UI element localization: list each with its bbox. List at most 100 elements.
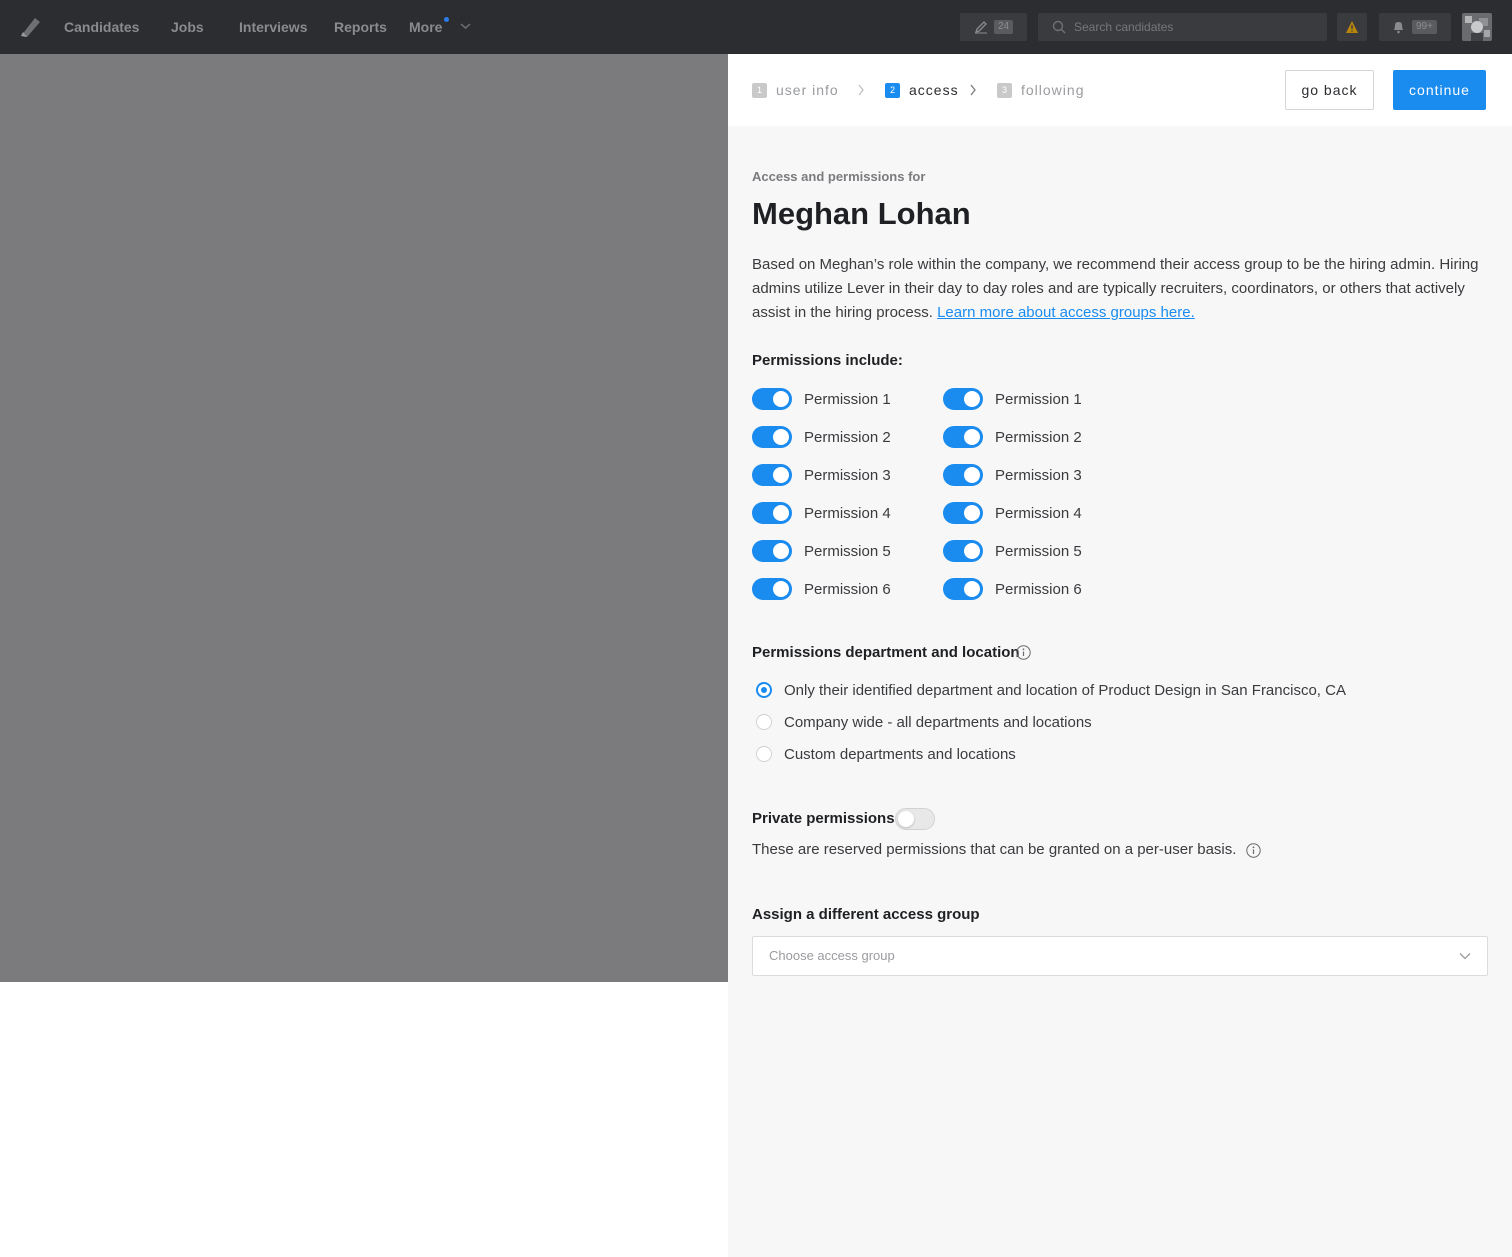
toggle-knob xyxy=(898,811,914,827)
chevron-down-icon xyxy=(1459,953,1471,960)
toggle-knob xyxy=(773,391,789,407)
search-input[interactable] xyxy=(1074,13,1314,41)
access-panel: 1 user info 2 access 3 following go back… xyxy=(728,54,1512,1257)
permission-item: Permission 6 xyxy=(943,578,1082,600)
search-bar xyxy=(1038,13,1327,41)
radio-button[interactable] xyxy=(756,746,772,762)
permission-toggle[interactable] xyxy=(752,578,792,600)
permission-item: Permission 1 xyxy=(752,388,891,410)
permission-toggle[interactable] xyxy=(943,426,983,448)
page-overlay[interactable] xyxy=(0,54,728,982)
lever-logo-icon[interactable] xyxy=(18,15,42,39)
go-back-button[interactable]: go back xyxy=(1285,70,1374,110)
permission-toggle[interactable] xyxy=(943,502,983,524)
description: Based on Meghan’s role within the compan… xyxy=(752,253,1488,325)
step-number: 3 xyxy=(997,82,1012,98)
toggle-knob xyxy=(773,505,789,521)
permission-label: Permission 3 xyxy=(804,466,891,484)
permission-toggle[interactable] xyxy=(943,388,983,410)
pencil-icon xyxy=(974,21,987,34)
toggle-knob xyxy=(773,581,789,597)
chevron-right-icon xyxy=(970,84,976,96)
dept-heading: Permissions department and location xyxy=(752,644,1020,661)
avatar[interactable] xyxy=(1462,13,1492,41)
toggle-knob xyxy=(964,505,980,521)
dept-option[interactable]: Only their identified department and loc… xyxy=(756,680,1346,700)
permission-item: Permission 5 xyxy=(752,540,891,562)
permission-toggle[interactable] xyxy=(752,502,792,524)
permission-label: Permission 6 xyxy=(804,580,891,598)
learn-more-link[interactable]: Learn more about access groups here. xyxy=(937,304,1195,321)
assign-heading: Assign a different access group xyxy=(752,906,980,923)
dept-option[interactable]: Company wide - all departments and locat… xyxy=(756,712,1092,732)
continue-button[interactable]: continue xyxy=(1393,70,1486,110)
step-user-info[interactable]: 1 user info xyxy=(752,82,839,98)
top-nav: Candidates Jobs Interviews Reports More … xyxy=(0,0,1512,54)
radio-label: Only their identified department and loc… xyxy=(784,681,1346,699)
permission-label: Permission 5 xyxy=(804,542,891,560)
permission-toggle[interactable] xyxy=(752,540,792,562)
alerts-button[interactable] xyxy=(1337,13,1367,41)
permissions-heading: Permissions include: xyxy=(752,352,903,369)
permission-label: Permission 4 xyxy=(995,504,1082,522)
permission-toggle[interactable] xyxy=(752,426,792,448)
permission-item: Permission 5 xyxy=(943,540,1082,562)
page-title: Meghan Lohan xyxy=(752,196,971,231)
select-placeholder: Choose access group xyxy=(769,948,895,963)
permission-toggle[interactable] xyxy=(943,578,983,600)
eyebrow-text: Access and permissions for xyxy=(752,169,926,184)
permission-item: Permission 4 xyxy=(752,502,891,524)
info-icon[interactable] xyxy=(1016,645,1031,660)
user-avatar-image xyxy=(1462,13,1492,41)
step-number: 1 xyxy=(752,82,767,98)
dept-option[interactable]: Custom departments and locations xyxy=(756,744,1016,764)
nav-more[interactable]: More xyxy=(409,19,442,35)
radio-label: Custom departments and locations xyxy=(784,745,1016,763)
step-following[interactable]: 3 following xyxy=(997,82,1084,98)
step-access[interactable]: 2 access xyxy=(885,82,959,98)
notifications-button[interactable]: 99+ xyxy=(1379,13,1451,41)
permission-label: Permission 6 xyxy=(995,580,1082,598)
toggle-knob xyxy=(964,543,980,559)
permission-toggle[interactable] xyxy=(943,464,983,486)
panel-header: 1 user info 2 access 3 following go back… xyxy=(728,54,1512,126)
nav-reports[interactable]: Reports xyxy=(334,19,387,35)
toggle-knob xyxy=(964,467,980,483)
permission-label: Permission 2 xyxy=(995,428,1082,446)
permission-label: Permission 4 xyxy=(804,504,891,522)
private-permissions-toggle[interactable] xyxy=(895,808,935,830)
radio-button[interactable] xyxy=(756,714,772,730)
search-icon xyxy=(1052,20,1066,34)
permission-item: Permission 3 xyxy=(752,464,891,486)
toggle-knob xyxy=(773,543,789,559)
nav-interviews[interactable]: Interviews xyxy=(239,19,307,35)
more-indicator-dot xyxy=(444,17,449,22)
access-group-select[interactable]: Choose access group xyxy=(752,936,1488,976)
permission-item: Permission 6 xyxy=(752,578,891,600)
step-label: following xyxy=(1021,82,1085,98)
step-label: access xyxy=(909,82,959,98)
step-number: 2 xyxy=(885,82,900,98)
notifications-count-badge: 99+ xyxy=(1412,20,1437,34)
nav-jobs[interactable]: Jobs xyxy=(171,19,204,35)
permission-toggle[interactable] xyxy=(943,540,983,562)
info-icon[interactable] xyxy=(1246,843,1261,858)
permission-toggle[interactable] xyxy=(752,388,792,410)
permission-label: Permission 1 xyxy=(995,390,1082,408)
compose-button[interactable]: 24 xyxy=(960,13,1027,41)
radio-button[interactable] xyxy=(756,682,772,698)
permission-item: Permission 4 xyxy=(943,502,1082,524)
permission-item: Permission 2 xyxy=(752,426,891,448)
chevron-down-icon[interactable] xyxy=(460,22,471,30)
chevron-right-icon xyxy=(858,84,864,96)
toggle-knob xyxy=(964,391,980,407)
warning-icon xyxy=(1346,21,1358,33)
permission-item: Permission 2 xyxy=(943,426,1082,448)
step-label: user info xyxy=(776,82,839,98)
radio-label: Company wide - all departments and locat… xyxy=(784,713,1092,731)
bell-icon xyxy=(1394,22,1403,34)
permission-label: Permission 5 xyxy=(995,542,1082,560)
permission-toggle[interactable] xyxy=(752,464,792,486)
private-note: These are reserved permissions that can … xyxy=(752,841,1237,858)
nav-candidates[interactable]: Candidates xyxy=(64,19,139,35)
